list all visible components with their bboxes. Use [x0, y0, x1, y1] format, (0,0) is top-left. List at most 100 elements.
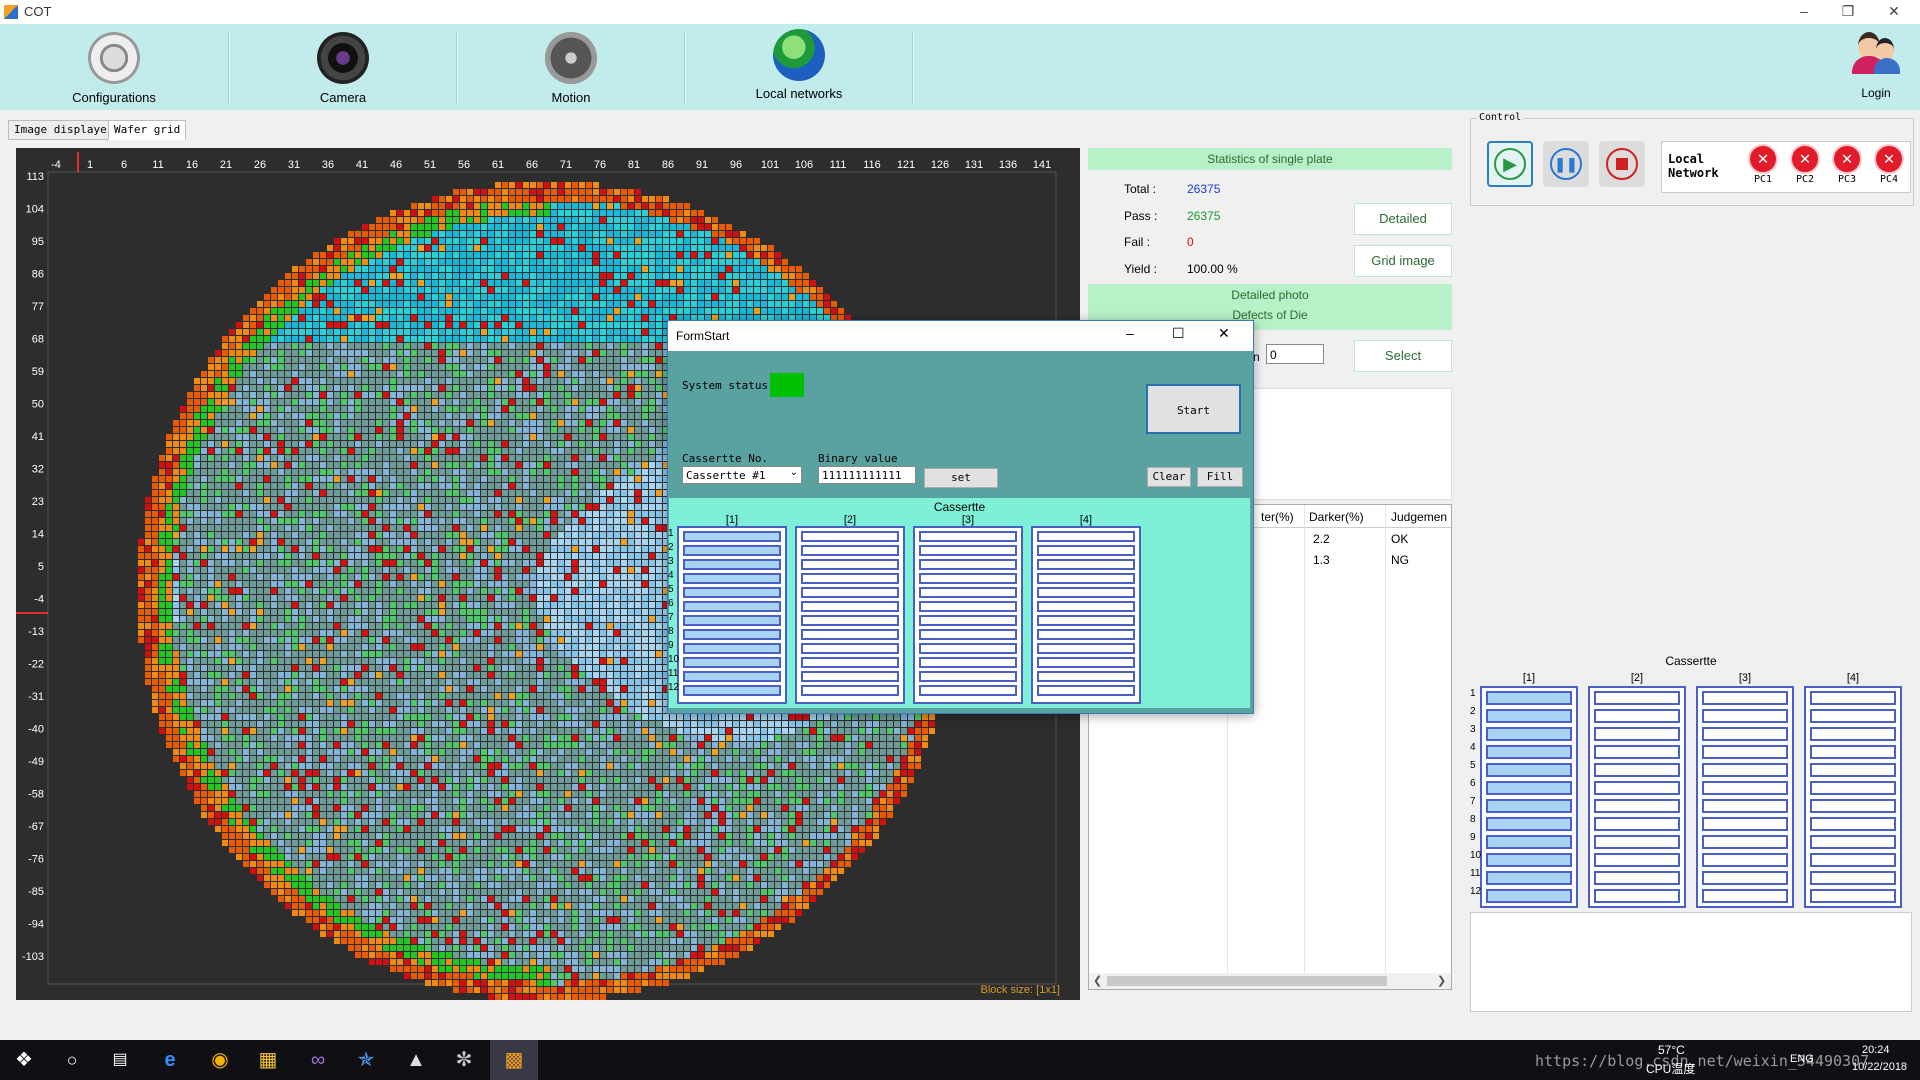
binary-value-input[interactable]: 111111111111: [818, 466, 916, 484]
cassette-slot[interactable]: [801, 573, 899, 584]
cassette-slot[interactable]: [919, 601, 1017, 612]
cassette-slot[interactable]: [1594, 745, 1680, 759]
cassette-slot[interactable]: [1594, 709, 1680, 723]
cassette-slot[interactable]: [1702, 817, 1788, 831]
n-input[interactable]: 0: [1266, 344, 1324, 364]
cassette-slot[interactable]: [1037, 531, 1135, 542]
cassette-slot[interactable]: [801, 657, 899, 668]
cassette-slot[interactable]: [919, 615, 1017, 626]
cassette-slot[interactable]: [683, 657, 781, 668]
motion-button[interactable]: Motion: [457, 24, 685, 110]
cassette-slot[interactable]: [1594, 889, 1680, 903]
cassette-slot[interactable]: [919, 629, 1017, 640]
cassette-slot[interactable]: [1810, 745, 1896, 759]
minimize-icon[interactable]: –: [1782, 0, 1826, 24]
visual-studio-icon[interactable]: ∞: [294, 1040, 342, 1080]
cassette-slot[interactable]: [801, 685, 899, 696]
search-icon[interactable]: ○: [48, 1040, 96, 1080]
photos-icon[interactable]: ▲: [392, 1040, 440, 1080]
close-icon[interactable]: ✕: [1872, 0, 1916, 24]
cassette-slot[interactable]: [1037, 545, 1135, 556]
cassette-slot[interactable]: [1810, 835, 1896, 849]
cassette-slot[interactable]: [801, 601, 899, 612]
cassette-slot[interactable]: [1594, 871, 1680, 885]
cassette-slot[interactable]: [919, 657, 1017, 668]
login-button[interactable]: Login: [1848, 28, 1904, 108]
cassette-slot[interactable]: [1810, 853, 1896, 867]
cassette-slot[interactable]: [683, 573, 781, 584]
cassette-slot[interactable]: [1486, 745, 1572, 759]
edge-icon[interactable]: e: [146, 1040, 194, 1080]
cassette-slot[interactable]: [1702, 763, 1788, 777]
cassette-slot[interactable]: [683, 671, 781, 682]
cassette-slot[interactable]: [1037, 685, 1135, 696]
cassette-slot[interactable]: [683, 559, 781, 570]
cassette-slot[interactable]: [1486, 817, 1572, 831]
cassette-slot[interactable]: [1037, 587, 1135, 598]
restore-icon[interactable]: ❐: [1826, 0, 1870, 24]
local-networks-button[interactable]: Local networks: [685, 24, 913, 110]
cassette-slot[interactable]: [1810, 889, 1896, 903]
task-view-icon[interactable]: ▤: [96, 1040, 144, 1080]
cassette-slot[interactable]: [919, 587, 1017, 598]
cassette-slot[interactable]: [1702, 871, 1788, 885]
pc3-status[interactable]: ✕ PC3: [1828, 144, 1866, 185]
cassette-slot[interactable]: [1702, 691, 1788, 705]
cassette-slot[interactable]: [919, 671, 1017, 682]
cassette-slot[interactable]: [1810, 799, 1896, 813]
stop-button[interactable]: [1599, 141, 1645, 187]
cassette-slot[interactable]: [1594, 817, 1680, 831]
cassette-slot[interactable]: [1594, 853, 1680, 867]
cassette-slot[interactable]: [1594, 799, 1680, 813]
cassette-slot[interactable]: [1810, 691, 1896, 705]
pc2-status[interactable]: ✕ PC2: [1786, 144, 1824, 185]
pc4-status[interactable]: ✕ PC4: [1870, 144, 1908, 185]
cassette-slot[interactable]: [919, 559, 1017, 570]
scroll-right-icon[interactable]: ❯: [1437, 974, 1446, 987]
cassette-slot[interactable]: [1702, 745, 1788, 759]
cot-taskbar-icon[interactable]: ▩: [490, 1040, 538, 1080]
cassette-slot[interactable]: [1594, 763, 1680, 777]
cassette-slot[interactable]: [1037, 601, 1135, 612]
scrollbar-thumb[interactable]: [1107, 976, 1387, 986]
cassette-slot[interactable]: [1037, 643, 1135, 654]
cassette-slot[interactable]: [1486, 763, 1572, 777]
cassette-slot[interactable]: [683, 615, 781, 626]
cassette-slot[interactable]: [801, 671, 899, 682]
tab-image-displayer[interactable]: Image displayer: [8, 120, 120, 140]
cassette-slot[interactable]: [683, 531, 781, 542]
cassette-slot[interactable]: [1037, 657, 1135, 668]
cassette-slot[interactable]: [1037, 573, 1135, 584]
dialog-maximize-icon[interactable]: ☐: [1172, 325, 1185, 342]
cassette-slot[interactable]: [1810, 727, 1896, 741]
dialog-close-icon[interactable]: ✕: [1218, 325, 1230, 342]
pc1-status[interactable]: ✕ PC1: [1744, 144, 1782, 185]
cassette-slot[interactable]: [1486, 781, 1572, 795]
horizontal-scrollbar[interactable]: ❮ ❯: [1089, 973, 1451, 989]
cassette-slot[interactable]: [1702, 781, 1788, 795]
set-button[interactable]: set: [924, 468, 998, 488]
cassette-slot[interactable]: [1594, 835, 1680, 849]
configurations-button[interactable]: Configurations: [0, 24, 228, 110]
cassette-slot[interactable]: [1486, 799, 1572, 813]
tool-icon[interactable]: ✼: [440, 1040, 488, 1080]
cassette-slot[interactable]: [919, 545, 1017, 556]
dialog-minimize-icon[interactable]: –: [1126, 325, 1134, 341]
cassette-slot[interactable]: [683, 643, 781, 654]
cassette-slot[interactable]: [919, 573, 1017, 584]
cassette-slot[interactable]: [1037, 615, 1135, 626]
cassette-slot[interactable]: [683, 685, 781, 696]
camera-button[interactable]: Camera: [229, 24, 457, 110]
cassette-slot[interactable]: [683, 545, 781, 556]
cassette-slot[interactable]: [801, 629, 899, 640]
start-button[interactable]: Start: [1146, 384, 1241, 434]
cassette-slot[interactable]: [1810, 871, 1896, 885]
cassette-slot[interactable]: [683, 629, 781, 640]
cassette-slot[interactable]: [1702, 835, 1788, 849]
cassette-slot[interactable]: [1702, 727, 1788, 741]
tab-wafer-grid[interactable]: Wafer grid: [108, 120, 187, 140]
cassette-slot[interactable]: [1702, 889, 1788, 903]
cassette-slot[interactable]: [1594, 727, 1680, 741]
cassette-slot[interactable]: [801, 559, 899, 570]
cassette-slot[interactable]: [1486, 853, 1572, 867]
